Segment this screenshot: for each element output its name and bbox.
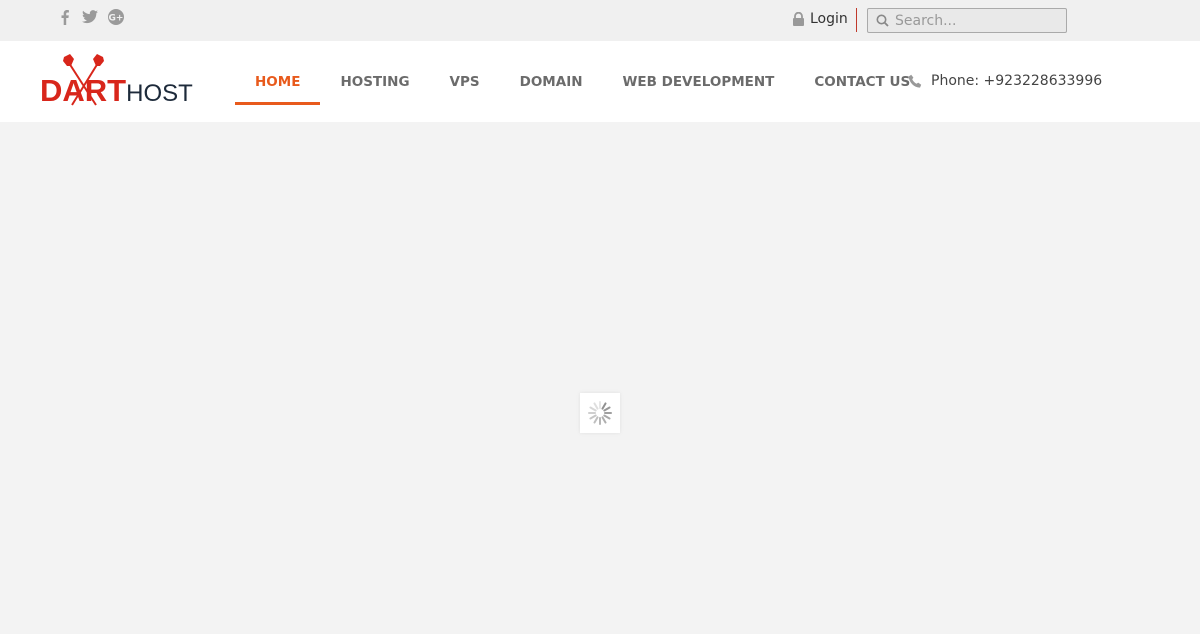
site-logo[interactable]: DARTHOST (40, 53, 200, 109)
spinner-spoke (589, 414, 597, 420)
search-input[interactable] (895, 12, 1055, 29)
spinner-spoke (589, 406, 597, 412)
lock-icon (793, 12, 804, 26)
facebook-link[interactable] (58, 9, 72, 25)
topbar-divider (856, 8, 857, 32)
spinner-icon (588, 401, 612, 425)
facebook-icon (61, 10, 69, 25)
nav-web-development[interactable]: WEB DEVELOPMENT (603, 41, 795, 122)
phone-number: Phone: +923228633996 (931, 73, 1103, 89)
spinner-spoke (601, 402, 607, 410)
twitter-link[interactable] (82, 10, 98, 24)
spinner-spoke (603, 406, 611, 412)
search-box[interactable] (867, 8, 1067, 33)
loading-indicator (580, 393, 620, 433)
main-header: DARTHOST HOME HOSTING VPS DOMAIN WEB DEV… (0, 41, 1200, 122)
top-bar: G+ Login (0, 0, 1200, 41)
svg-text:G+: G+ (109, 14, 124, 24)
spinner-spoke (601, 416, 607, 424)
logo-primary: DART (40, 73, 127, 108)
nav-hosting[interactable]: HOSTING (320, 41, 429, 122)
twitter-icon (82, 10, 98, 24)
phone-icon (908, 74, 922, 88)
main-nav: HOME HOSTING VPS DOMAIN WEB DEVELOPMENT … (235, 41, 930, 122)
login-link[interactable]: Login (792, 11, 848, 27)
search-icon (876, 14, 889, 27)
phone-info: Phone: +923228633996 (908, 73, 1102, 89)
spinner-spoke (593, 402, 599, 410)
google-plus-icon: G+ (108, 9, 124, 25)
spinner-spoke (593, 416, 599, 424)
spinner-spoke (603, 414, 611, 420)
google-plus-link[interactable]: G+ (108, 9, 124, 25)
nav-home[interactable]: HOME (235, 41, 321, 122)
nav-vps[interactable]: VPS (430, 41, 500, 122)
logo-secondary: HOST (126, 80, 193, 107)
login-label: Login (810, 11, 848, 27)
nav-domain[interactable]: DOMAIN (500, 41, 603, 122)
logo-text: DARTHOST (40, 75, 193, 106)
social-links: G+ (58, 9, 124, 25)
